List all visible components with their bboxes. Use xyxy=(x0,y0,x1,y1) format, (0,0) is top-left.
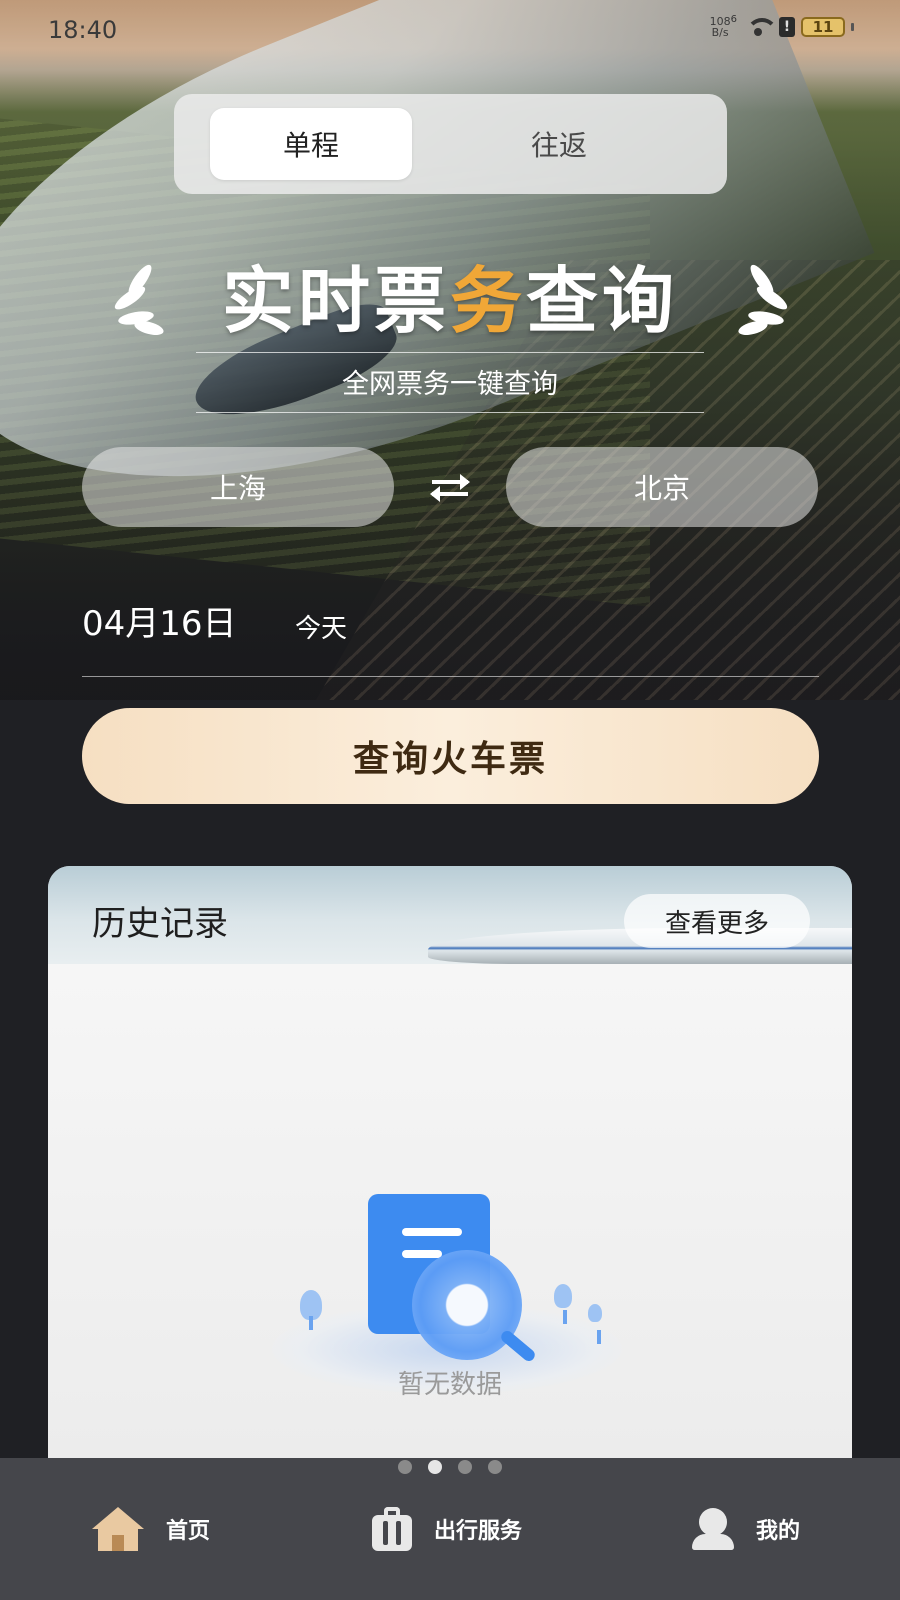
departure-station-button[interactable]: 上海 xyxy=(82,447,394,527)
date-divider xyxy=(82,676,819,677)
wifi-icon xyxy=(743,16,778,38)
divider-bottom xyxy=(196,412,704,413)
tab-round-trip[interactable]: 往返 xyxy=(458,108,660,180)
page-dot[interactable] xyxy=(398,1460,412,1474)
page-dot[interactable] xyxy=(458,1460,472,1474)
battery-icon: 11 xyxy=(801,17,845,37)
nav-item-travel-services[interactable]: 出行服务 xyxy=(372,1458,522,1600)
search-tickets-button[interactable]: 查询火车票 xyxy=(82,708,819,804)
luggage-icon xyxy=(372,1507,412,1551)
battery-level: 11 xyxy=(812,18,834,36)
travel-day-label: 今天 xyxy=(295,614,348,644)
status-time: 18:40 xyxy=(48,16,118,44)
history-card-header: 历史记录 查看更多 xyxy=(48,866,852,964)
battery-tip xyxy=(851,23,854,31)
page-indicator xyxy=(0,1460,900,1474)
view-more-button[interactable]: 查看更多 xyxy=(624,894,810,948)
signal-label: 6 xyxy=(730,13,737,25)
home-icon xyxy=(92,1507,144,1551)
travel-date[interactable]: 04月16日 xyxy=(82,596,237,645)
history-title: 历史记录 xyxy=(92,904,228,944)
nav-label-mine: 我的 xyxy=(756,1519,801,1544)
nav-item-mine[interactable]: 我的 xyxy=(692,1458,800,1600)
empty-data-icon xyxy=(272,1194,622,1394)
alert-icon: ! xyxy=(779,17,795,37)
status-icons: 108 B/s 6 ! 11 xyxy=(709,13,854,39)
bottom-nav: 首页 出行服务 我的 xyxy=(0,1458,900,1600)
nav-item-home[interactable]: 首页 xyxy=(92,1458,210,1600)
history-empty-state: 暂无数据 xyxy=(48,964,852,1466)
tab-one-way[interactable]: 单程 xyxy=(210,108,412,180)
arrival-station-button[interactable]: 北京 xyxy=(506,447,818,527)
status-bar: 18:40 108 B/s 6 ! 11 xyxy=(0,0,900,60)
trip-type-toggle: 单程 往返 xyxy=(174,94,727,194)
network-speed: 108 B/s xyxy=(709,15,731,39)
nav-label-travel-services: 出行服务 xyxy=(434,1519,523,1544)
page-dot[interactable] xyxy=(428,1460,442,1474)
empty-text: 暂无数据 xyxy=(397,1370,502,1400)
page-dot[interactable] xyxy=(488,1460,502,1474)
swap-stations-icon[interactable] xyxy=(428,469,472,505)
page-subtitle: 全网票务一键查询 xyxy=(342,369,558,400)
nav-label-home: 首页 xyxy=(166,1519,211,1544)
laurel-right-icon xyxy=(736,261,798,340)
divider-top xyxy=(196,352,704,353)
title-highlight: 务 xyxy=(449,259,526,343)
history-card: 历史记录 查看更多 暂无数据 xyxy=(48,866,852,1466)
user-icon xyxy=(692,1508,734,1550)
